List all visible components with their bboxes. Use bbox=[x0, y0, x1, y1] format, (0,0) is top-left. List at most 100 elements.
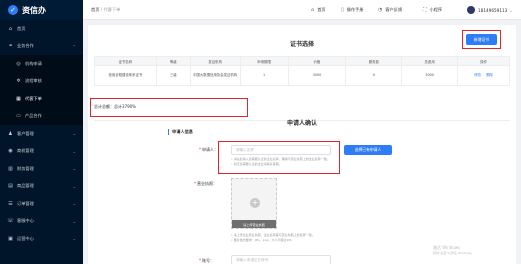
topbar-feedback[interactable]: ◔ 客户反馈 bbox=[378, 0, 402, 20]
windows-watermark: 激活 Windows 转到"设置"以激活 Windows。 bbox=[433, 245, 474, 255]
plus-icon: + bbox=[250, 198, 260, 208]
chevron-down-icon: ⌄ bbox=[72, 183, 76, 189]
breadcrumb-current: 代客下单 bbox=[103, 6, 121, 12]
sidebar-item-label: 订单管理 bbox=[17, 200, 34, 206]
delete-link[interactable]: 删除 bbox=[486, 73, 493, 77]
applicant-section-label: 申请人信息 bbox=[168, 129, 193, 135]
miniprogram-icon: ⛶ bbox=[423, 7, 427, 13]
handshake-icon: ⚭ bbox=[8, 43, 13, 50]
sidebar-item-label: 商机管理 bbox=[17, 148, 34, 154]
home-icon: ⌂ bbox=[311, 7, 315, 13]
sidebar-item-6[interactable]: ♟ 客户管理 ⌄ bbox=[0, 125, 83, 143]
certificate-table: 证书名称 等级 发证机构 申请期限 价格 服务费 总费用 操作 信用全程建设体系… bbox=[94, 56, 510, 86]
sidebar-item-10[interactable]: ☰ 订单管理 ⌄ bbox=[0, 195, 83, 213]
col-total: 总费用 bbox=[401, 56, 459, 66]
topbar-manual-label: 操作手册 bbox=[346, 7, 364, 12]
sidebar-item-12[interactable]: ▣ 运营中心 ⌄ bbox=[0, 230, 83, 248]
col-period: 申请期限 bbox=[239, 56, 289, 66]
sidebar-item-label: 机构申请 bbox=[25, 60, 42, 66]
chevron-down-icon: ⌄ bbox=[72, 131, 76, 137]
sidebar: ✓ 资信办 ⌂ 首页 ⚭ 业务合作 ⌃ ◎ 机构申请 ✲ 流程审核 ▦ 代客下单 ▭ 产品合作 ♟ 客户管理… bbox=[0, 0, 83, 264]
sidebar-item-label: 财务管理 bbox=[17, 165, 34, 171]
logo-icon: ✓ bbox=[8, 5, 18, 15]
brand-name: 资信办 bbox=[22, 5, 46, 15]
sidebar-item-9[interactable]: ▤ 商品管理 ⌄ bbox=[0, 178, 83, 196]
chevron-down-icon: ⌄ bbox=[72, 166, 76, 172]
sidebar-item-3[interactable]: ✲ 流程审核 bbox=[0, 72, 83, 90]
account-label-text: 账号： bbox=[202, 258, 214, 263]
username: 18149659113 bbox=[478, 7, 508, 13]
sidebar-item-label: 商品管理 bbox=[17, 183, 34, 189]
sidebar-item-label: 客户管理 bbox=[17, 130, 34, 136]
col-level: 等级 bbox=[155, 56, 191, 66]
topbar: 首页 / 代客下单 ⌂ 首页 ▯ 操作手册 ◔ 客户反馈 ⛶ 小程序 18149… bbox=[83, 0, 521, 20]
license-hint-2: • 图片格式要求：JPG、png，大小不超过2M。 bbox=[231, 237, 294, 242]
shop-icon: ◉ bbox=[8, 148, 13, 155]
cell-actions: 修改 删除 bbox=[457, 65, 510, 86]
topbar-miniprogram[interactable]: ⛶ 小程序 bbox=[423, 0, 442, 20]
chevron-down-icon: ⌄ bbox=[72, 201, 76, 207]
applicant-label: *申请人： bbox=[199, 147, 218, 152]
topbar-home-label: 首页 bbox=[317, 7, 326, 12]
edit-link[interactable]: 修改 bbox=[474, 73, 481, 77]
col-name: 证书名称 bbox=[94, 56, 157, 66]
sidebar-item-7[interactable]: ◉ 商机管理 ⌄ bbox=[0, 143, 83, 161]
breadcrumb-home[interactable]: 首页 bbox=[91, 7, 99, 12]
sidebar-item-8[interactable]: ▥ 财务管理 ⌄ bbox=[0, 160, 83, 178]
license-upload[interactable]: + 请上传营业执照 bbox=[231, 178, 277, 229]
user-menu[interactable]: 18149659113 ⌄ bbox=[467, 0, 513, 20]
system-icon: ▣ bbox=[8, 235, 13, 242]
cell-total: 3000 bbox=[401, 65, 459, 86]
service-icon: ☏ bbox=[7, 218, 14, 225]
sidebar-item-2[interactable]: ◎ 机构申请 bbox=[0, 55, 83, 73]
gear-icon: ✲ bbox=[16, 78, 21, 85]
cell-price: 3000 bbox=[287, 65, 347, 86]
select-applicant-button[interactable]: 选择已有申请人 bbox=[344, 145, 392, 155]
chevron-down-icon: ⌄ bbox=[72, 148, 76, 154]
table-header: 证书名称 等级 发证机构 申请期限 价格 服务费 总费用 操作 bbox=[94, 56, 510, 66]
sidebar-item-label: 运营中心 bbox=[17, 235, 34, 241]
book-icon: ▯ bbox=[341, 7, 344, 13]
chat-icon: ◔ bbox=[378, 7, 383, 13]
col-actions: 操作 bbox=[457, 56, 510, 66]
cell-fee: 0 bbox=[345, 65, 403, 86]
grid-icon: ▦ bbox=[16, 95, 21, 102]
account-label: *账号： bbox=[199, 258, 214, 263]
license-hint-1: • 请上传企业营业执照，企业名称需与营业执照上的名称一致。 bbox=[231, 233, 315, 237]
applicant-hint-2: • 如无您需要认证的企业请联系客服。 bbox=[231, 161, 282, 166]
sidebar-item-1[interactable]: ⚭ 业务合作 ⌃ bbox=[0, 38, 83, 56]
sidebar-item-4[interactable]: ▦ 代客下单 bbox=[0, 90, 83, 108]
chevron-down-icon: ⌄ bbox=[72, 236, 76, 242]
col-price: 价格 bbox=[287, 56, 347, 66]
license-hint: • 请上传企业营业执照，企业名称需与营业执照上的名称一致。 • 图片格式要求：J… bbox=[231, 233, 315, 242]
total-value: 总计3790% bbox=[114, 104, 136, 109]
avatar bbox=[467, 6, 475, 14]
sidebar-nav: ⌂ 首页 ⚭ 业务合作 ⌃ ◎ 机构申请 ✲ 流程审核 ▦ 代客下单 ▭ 产品合作 ♟ 客户管理 ⌄ ◉ 商机管理… bbox=[0, 20, 83, 248]
total-label: 总计总额： bbox=[94, 104, 114, 109]
license-label-text: 营业执照： bbox=[197, 181, 217, 186]
add-certificate-button[interactable]: 新增证书 bbox=[466, 34, 497, 45]
topbar-manual[interactable]: ▯ 操作手册 bbox=[341, 0, 364, 20]
sidebar-item-0[interactable]: ⌂ 首页 bbox=[0, 20, 83, 38]
chevron-up-icon: ⌃ bbox=[72, 43, 76, 49]
sidebar-item-label: 客服中心 bbox=[17, 218, 34, 224]
sidebar-item-label: 产品合作 bbox=[25, 113, 42, 119]
license-label: *营业执照： bbox=[194, 181, 217, 186]
col-fee: 服务费 bbox=[345, 56, 403, 66]
account-input[interactable]: 请输入申请企业账号 bbox=[231, 255, 331, 264]
topbar-home[interactable]: ⌂ 首页 bbox=[311, 0, 326, 20]
user-icon: ♟ bbox=[8, 130, 13, 137]
breadcrumb-separator: / bbox=[100, 6, 103, 12]
card-icon: ▤ bbox=[8, 183, 13, 190]
topbar-miniprogram-label: 小程序 bbox=[429, 7, 443, 12]
brand[interactable]: ✓ 资信办 bbox=[0, 0, 83, 20]
applicant-label-text: 申请人： bbox=[202, 147, 218, 152]
list-icon: ☰ bbox=[8, 200, 13, 207]
sidebar-item-label: 代客下单 bbox=[25, 95, 42, 101]
col-issuer: 发证机构 bbox=[189, 56, 241, 66]
sidebar-item-11[interactable]: ☏ 客服中心 ⌄ bbox=[0, 213, 83, 231]
applicant-input[interactable]: 请输入名称 bbox=[231, 145, 331, 155]
finance-icon: ▥ bbox=[8, 165, 13, 172]
total-summary: 总计总额：总计3790% bbox=[94, 104, 136, 110]
sidebar-item-5[interactable]: ▭ 产品合作 bbox=[0, 107, 83, 125]
